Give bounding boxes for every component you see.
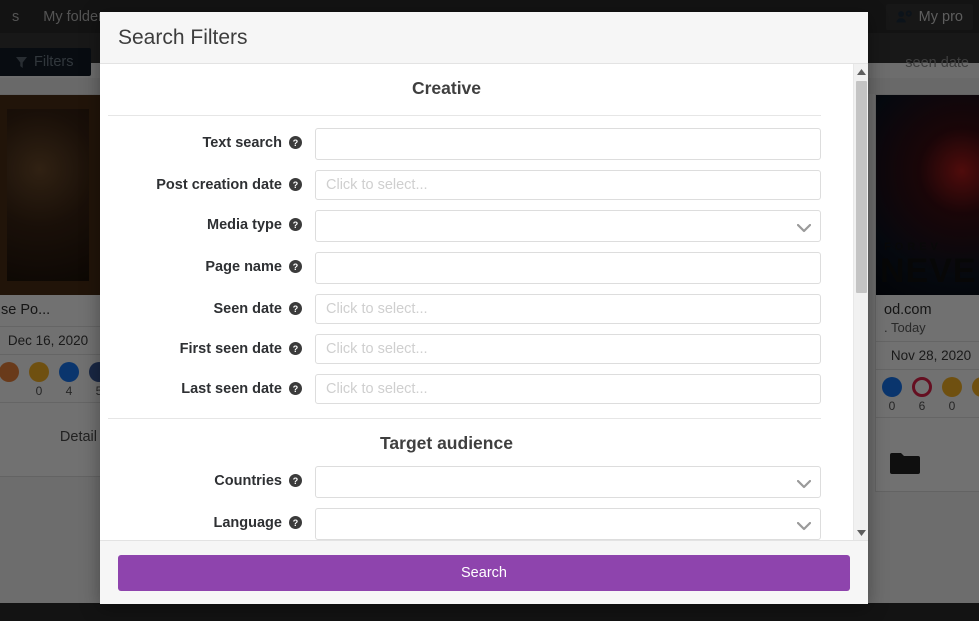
- field-wrap: [315, 334, 821, 364]
- field-wrap: [315, 508, 821, 540]
- caret-down-icon[interactable]: [854, 525, 868, 540]
- label-first-seen-date: First seen date ?: [100, 334, 315, 360]
- label-text: Language: [213, 515, 282, 531]
- caret-up-icon[interactable]: [854, 64, 868, 79]
- section-divider-top: [108, 115, 821, 116]
- help-icon[interactable]: ?: [289, 342, 302, 360]
- label-text-search: Text search ?: [100, 128, 315, 154]
- modal-body: Creative Text search ? Post creation dat…: [100, 64, 868, 540]
- text-search-input[interactable]: [315, 128, 821, 160]
- modal-header: Search Filters: [100, 12, 868, 64]
- label-page-name: Page name ?: [100, 252, 315, 278]
- language-select[interactable]: [315, 508, 821, 540]
- label-text: Media type: [207, 217, 282, 233]
- svg-text:?: ?: [293, 138, 298, 148]
- help-icon[interactable]: ?: [289, 382, 302, 400]
- label-text: Post creation date: [156, 177, 282, 193]
- field-wrap: [315, 210, 821, 242]
- label-text: Seen date: [213, 301, 282, 317]
- search-filters-modal: Search Filters Creative Text search ? Po…: [100, 12, 868, 604]
- field-wrap: [315, 374, 821, 404]
- help-icon[interactable]: ?: [289, 136, 302, 154]
- section-heading-target-audience: Target audience: [380, 433, 513, 453]
- label-text: Page name: [205, 259, 282, 275]
- form-row-last-seen-date: Last seen date ?: [100, 374, 821, 404]
- section-heading-creative: Creative: [411, 78, 482, 98]
- label-last-seen-date: Last seen date ?: [100, 374, 315, 400]
- form-row-post-creation-date: Post creation date ?: [100, 170, 821, 200]
- countries-select[interactable]: [315, 466, 821, 498]
- post-creation-date-input[interactable]: [315, 170, 821, 200]
- filters-form: Creative Text search ? Post creation dat…: [100, 64, 853, 540]
- form-row-text-search: Text search ?: [100, 128, 821, 160]
- form-row-language: Language ?: [100, 508, 821, 540]
- svg-text:?: ?: [293, 476, 298, 486]
- scrollbar-thumb[interactable]: [856, 81, 867, 293]
- field-wrap: [315, 294, 821, 324]
- modal-title: Search Filters: [118, 25, 248, 49]
- field-wrap: [315, 128, 821, 160]
- svg-text:?: ?: [293, 384, 298, 394]
- label-text: Text search: [202, 135, 282, 151]
- help-icon[interactable]: ?: [289, 218, 302, 236]
- svg-text:?: ?: [293, 304, 298, 314]
- label-text: First seen date: [179, 341, 282, 357]
- modal-scrollbar[interactable]: [853, 64, 868, 540]
- field-wrap: [315, 252, 821, 284]
- label-seen-date: Seen date ?: [100, 294, 315, 320]
- svg-text:?: ?: [293, 262, 298, 272]
- help-icon[interactable]: ?: [289, 178, 302, 196]
- svg-text:?: ?: [293, 518, 298, 528]
- svg-text:?: ?: [293, 344, 298, 354]
- first-seen-date-input[interactable]: [315, 334, 821, 364]
- label-post-creation-date: Post creation date ?: [100, 170, 315, 196]
- svg-text:?: ?: [293, 220, 298, 230]
- svg-text:?: ?: [293, 180, 298, 190]
- help-icon[interactable]: ?: [289, 474, 302, 492]
- field-wrap: [315, 170, 821, 200]
- modal-scroll-port: Creative Text search ? Post creation dat…: [100, 64, 853, 540]
- last-seen-date-input[interactable]: [315, 374, 821, 404]
- field-wrap: [315, 466, 821, 498]
- form-row-first-seen-date: First seen date ?: [100, 334, 821, 364]
- modal-footer: Search: [100, 540, 868, 604]
- page-name-input[interactable]: [315, 252, 821, 284]
- help-icon[interactable]: ?: [289, 516, 302, 534]
- help-icon[interactable]: ?: [289, 302, 302, 320]
- media-type-select[interactable]: [315, 210, 821, 242]
- form-row-countries: Countries ?: [100, 466, 821, 498]
- label-text: Countries: [214, 473, 282, 489]
- help-icon[interactable]: ?: [289, 260, 302, 278]
- form-row-seen-date: Seen date ?: [100, 294, 821, 324]
- seen-date-input[interactable]: [315, 294, 821, 324]
- label-countries: Countries ?: [100, 466, 315, 492]
- label-language: Language ?: [100, 508, 315, 534]
- label-text: Last seen date: [181, 381, 282, 397]
- search-button[interactable]: Search: [118, 554, 850, 591]
- form-row-page-name: Page name ?: [100, 252, 821, 284]
- label-media-type: Media type ?: [100, 210, 315, 236]
- form-row-media-type: Media type ?: [100, 210, 821, 242]
